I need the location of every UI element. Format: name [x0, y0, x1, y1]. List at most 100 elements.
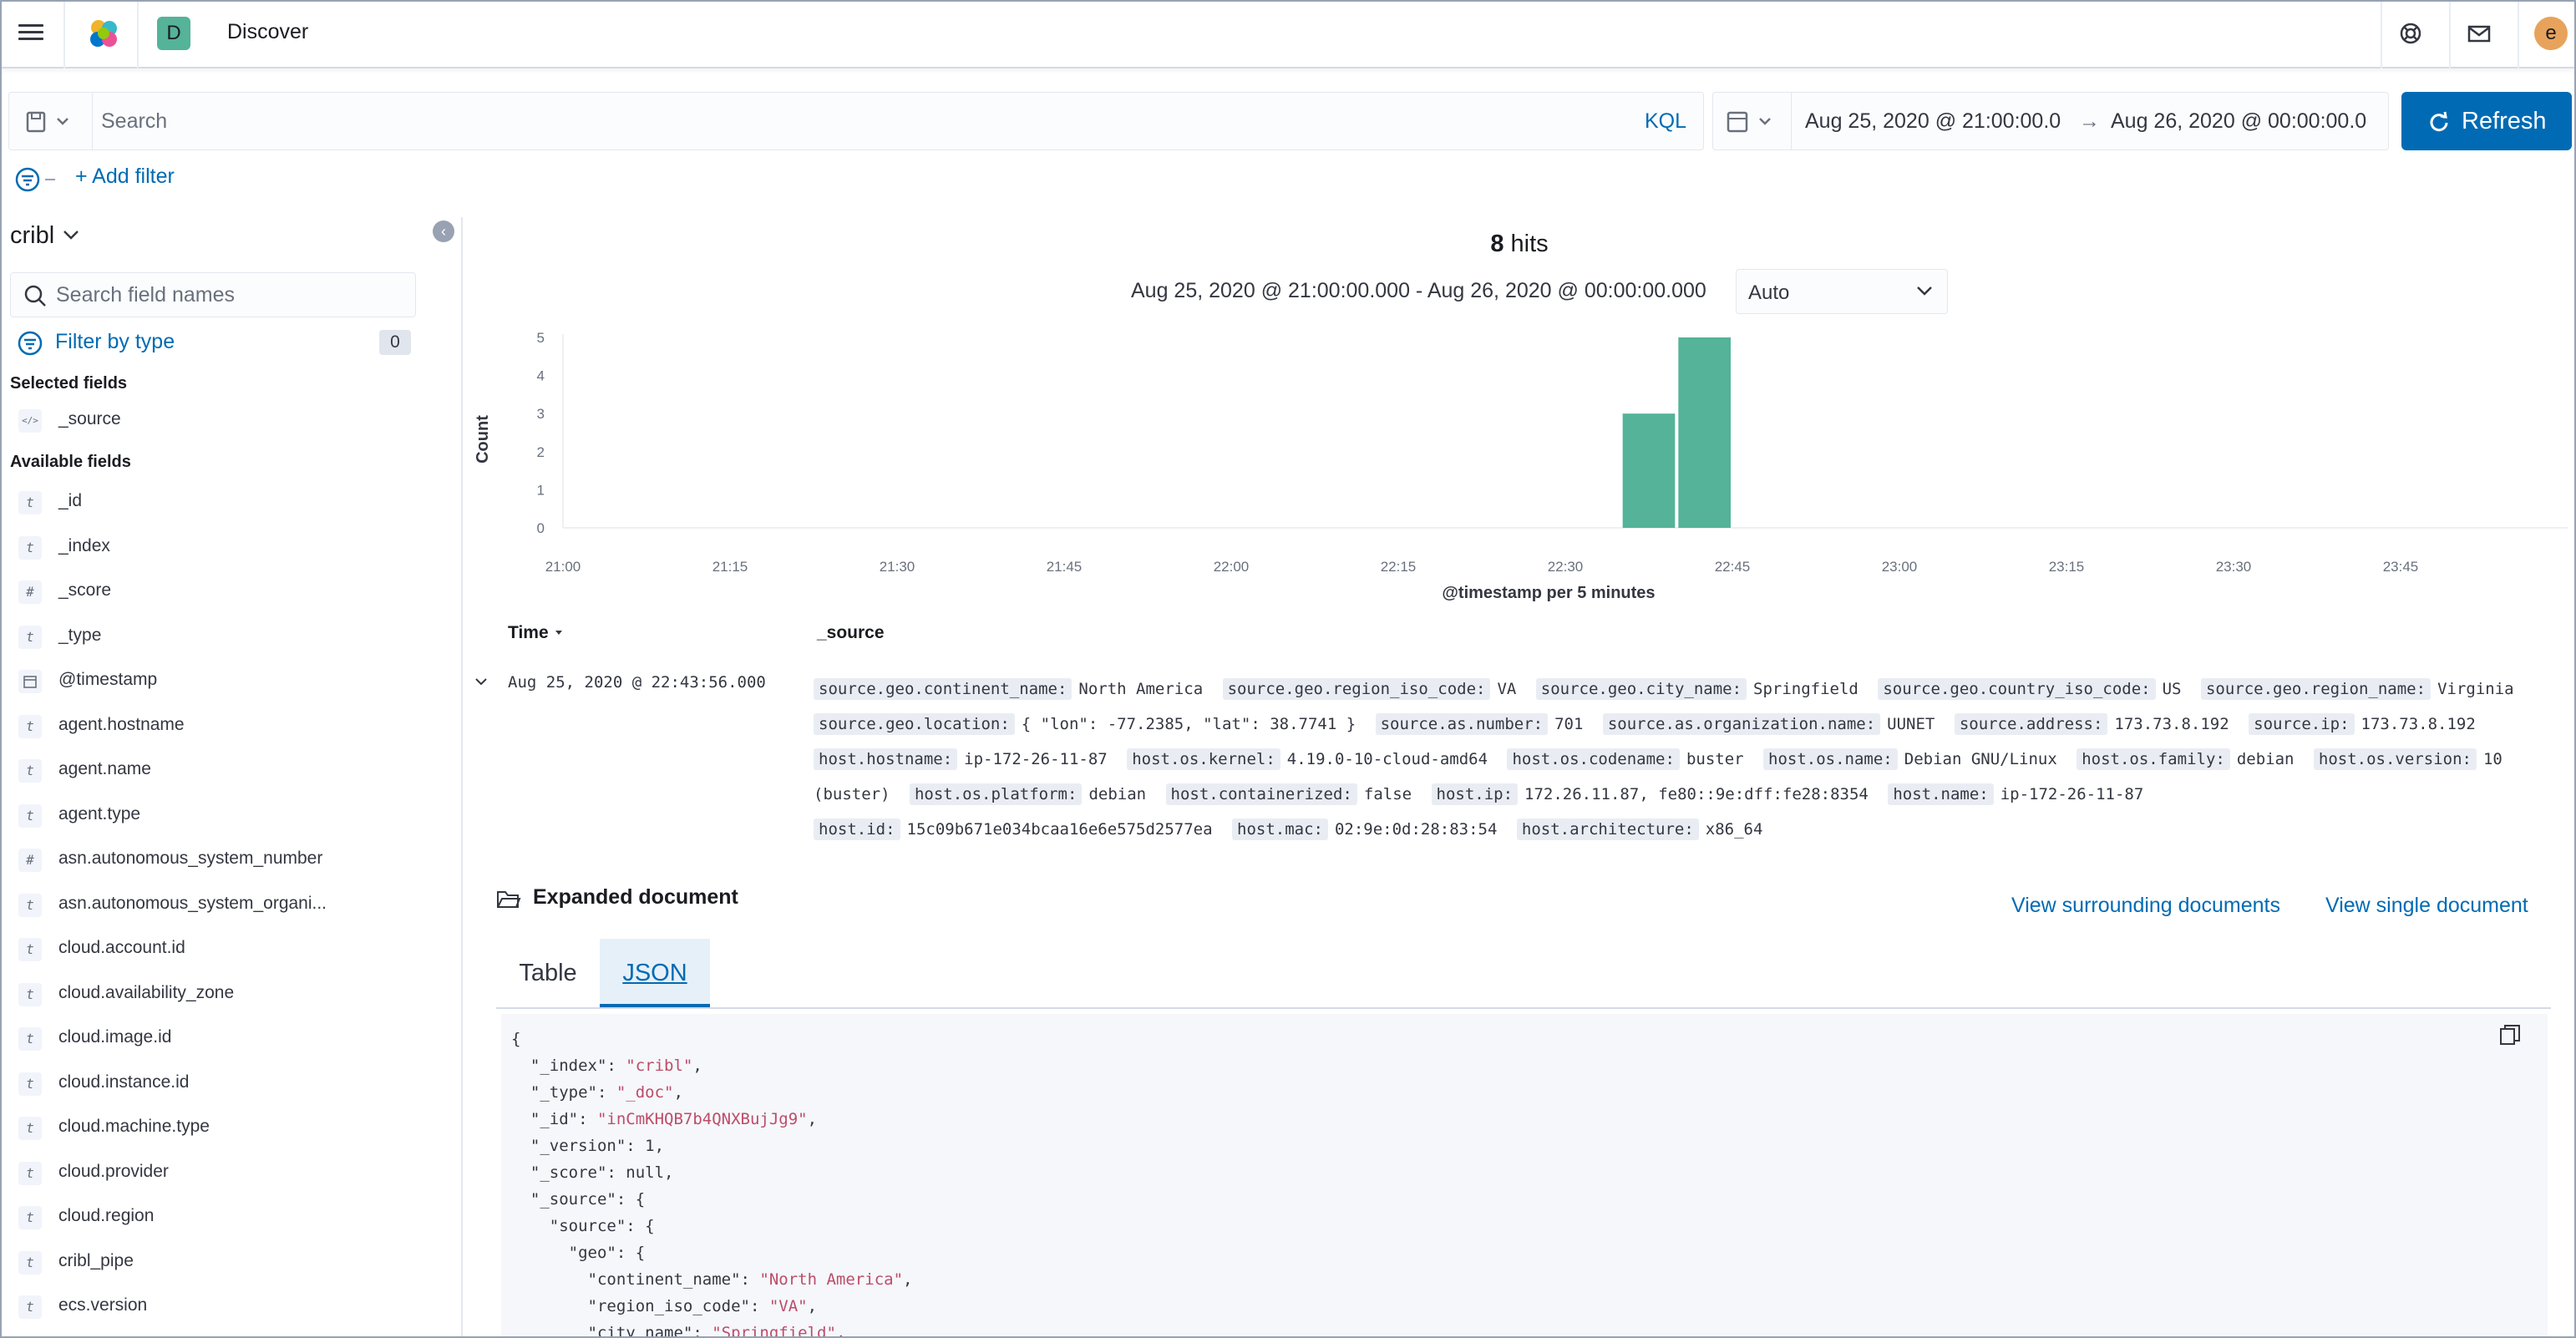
json-token: "_score":: [511, 1163, 626, 1182]
start-date[interactable]: Aug 25, 2020 @ 21:00:00.0: [1805, 109, 2061, 134]
chevron-down-icon[interactable]: [473, 673, 489, 690]
histogram-bar: [1622, 413, 1676, 528]
elastic-logo[interactable]: [87, 17, 120, 50]
field-item[interactable]: t ecs.version: [18, 1289, 436, 1325]
field-type-token-icon: t: [18, 714, 42, 738]
field-item[interactable]: # _score: [18, 574, 436, 611]
json-line: "continent_name": "North America",: [511, 1266, 2548, 1293]
tab-json[interactable]: JSON: [600, 939, 710, 1007]
field-item[interactable]: # asn.autonomous_system_number: [18, 842, 436, 879]
field-name: ecs.version: [58, 1295, 148, 1315]
field-name: cloud.provider: [58, 1161, 169, 1181]
field-search-input[interactable]: Search field names: [10, 272, 416, 317]
field-item[interactable]: t cloud.availability_zone: [18, 976, 436, 1013]
view-surrounding-documents-link[interactable]: View surrounding documents: [2011, 894, 2280, 918]
add-filter-link[interactable]: + Add filter: [75, 165, 175, 189]
x-tick-label: 23:15: [2049, 559, 2085, 575]
field-item[interactable]: t cloud.image.id: [18, 1021, 436, 1057]
field-item[interactable]: t cloud.account.id: [18, 931, 436, 968]
field-type-token-icon: t: [18, 1027, 42, 1051]
source-key: source.geo.location:: [814, 713, 1015, 735]
hamburger-menu-icon[interactable]: [18, 20, 43, 45]
interval-value: Auto: [1748, 281, 1790, 304]
filter-by-type-label: Filter by type: [55, 330, 175, 353]
source-value: ip-172-26-11-87: [964, 750, 1108, 768]
space-avatar[interactable]: D: [157, 17, 190, 50]
index-pattern-selector[interactable]: cribl: [10, 222, 81, 250]
source-key: source.address:: [1954, 713, 2108, 735]
help-icon[interactable]: [2396, 18, 2426, 48]
json-line: "_version": 1,: [511, 1133, 2548, 1159]
field-item[interactable]: @timestamp: [18, 663, 436, 700]
query-language-button[interactable]: KQL: [1645, 109, 1686, 134]
json-token: ,: [692, 1057, 702, 1075]
filter-options-icon[interactable]: [8, 163, 75, 196]
date-picker: Aug 25, 2020 @ 21:00:00.0 → Aug 26, 2020…: [1712, 92, 2389, 150]
divider: [2381, 0, 2382, 68]
field-item[interactable]: t cloud.provider: [18, 1155, 436, 1192]
source-value: UUNET: [1887, 715, 1935, 733]
mail-icon[interactable]: [2464, 18, 2494, 48]
json-line: "_id": "inCmKHQB7b4QNXBujJg9",: [511, 1106, 2548, 1133]
field-item[interactable]: t cloud.instance.id: [18, 1066, 436, 1102]
field-type-token-icon: t: [18, 893, 42, 917]
interval-select[interactable]: Auto: [1736, 269, 1948, 314]
source-key: source.geo.continent_name:: [814, 678, 1072, 700]
source-key: source.geo.region_name:: [2200, 678, 2431, 700]
filter-by-type-button[interactable]: Filter by type 0: [17, 328, 416, 358]
field-item[interactable]: t _type: [18, 619, 436, 656]
field-item[interactable]: t cloud.region: [18, 1199, 436, 1236]
collapse-sidebar-button[interactable]: ‹: [433, 220, 454, 242]
refresh-button[interactable]: Refresh: [2401, 92, 2572, 150]
end-date[interactable]: Aug 26, 2020 @ 00:00:00.0: [2111, 109, 2366, 134]
json-line: "_index": "cribl",: [511, 1052, 2548, 1079]
column-header-time[interactable]: Time: [508, 623, 565, 643]
arrow-right-icon: →: [2079, 109, 2100, 133]
saved-query-button[interactable]: [9, 93, 93, 150]
field-name: agent.type: [58, 803, 141, 824]
chevron-left-icon: ‹: [441, 223, 446, 240]
histogram-bar: [1678, 337, 1731, 528]
field-item[interactable]: t asn.autonomous_system_organi...: [18, 887, 436, 924]
field-item[interactable]: tevent.category: [18, 1334, 436, 1338]
field-item[interactable]: t cribl_pipe: [18, 1244, 436, 1281]
json-token: ,: [807, 1110, 818, 1128]
field-item[interactable]: t agent.type: [18, 798, 436, 834]
source-key: host.os.name:: [1763, 748, 1898, 770]
json-token: "_index":: [511, 1057, 626, 1075]
field-name: agent.hostname: [58, 714, 185, 734]
sort-down-icon[interactable]: [553, 626, 565, 638]
x-tick-label: 21:45: [1047, 559, 1083, 575]
field-item[interactable]: </> _source: [18, 403, 436, 439]
quick-date-menu[interactable]: [1713, 93, 1792, 150]
field-item[interactable]: t _id: [18, 484, 436, 521]
view-single-document-link[interactable]: View single document: [2325, 894, 2528, 918]
json-token: null: [626, 1163, 665, 1182]
search-input[interactable]: Search: [101, 109, 167, 134]
user-avatar[interactable]: e: [2534, 17, 2568, 50]
calendar-icon: [18, 670, 42, 693]
divider: [63, 0, 65, 68]
doc-view-tabs: Table JSON: [496, 939, 2551, 1009]
source-value: buster: [1686, 750, 1744, 768]
field-item[interactable]: t agent.hostname: [18, 708, 436, 745]
json-token: "source": {: [511, 1217, 655, 1235]
field-name: _source: [58, 409, 121, 428]
copy-icon[interactable]: [2497, 1022, 2523, 1047]
field-item[interactable]: t agent.name: [18, 753, 436, 789]
source-value: Debian GNU/Linux: [1904, 750, 2057, 768]
source-value: 172.26.11.87, fe80::9e:dff:fe28:8354: [1524, 785, 1869, 803]
field-type-token-icon: t: [18, 1117, 42, 1140]
histogram-chart[interactable]: 0 1 2 3 4 5 21:00 21:15 21:30 21:45 22:00 22:15 22:3…: [463, 326, 2576, 610]
field-item[interactable]: t _index: [18, 530, 436, 566]
source-key: host.architecture:: [1516, 819, 1699, 840]
json-line: "city_name": "Springfield",: [511, 1320, 2548, 1338]
json-line: "_score": null,: [511, 1159, 2548, 1186]
json-token: "_version":: [511, 1137, 646, 1155]
field-item[interactable]: t cloud.machine.type: [18, 1110, 436, 1147]
refresh-label: Refresh: [2462, 108, 2547, 134]
divider: [2449, 0, 2451, 68]
field-name: _id: [58, 491, 83, 510]
tab-table[interactable]: Table: [496, 939, 600, 1007]
field-name: @timestamp: [58, 670, 158, 689]
